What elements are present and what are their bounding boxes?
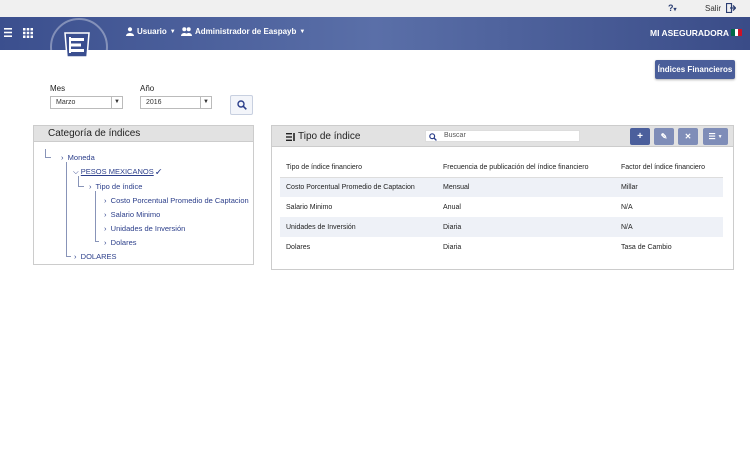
category-panel-title: Categoría de índices xyxy=(34,126,253,142)
tree-node-label: Dolares xyxy=(110,238,137,247)
tree-connector xyxy=(66,162,67,257)
mes-label: Mes xyxy=(50,84,66,93)
edit-button[interactable]: ✎ xyxy=(654,128,674,145)
table-row[interactable]: Costo Porcentual Promedio de Captacion M… xyxy=(280,177,723,197)
company-logo[interactable] xyxy=(61,30,93,60)
table-row[interactable]: Dolares Diaria Tasa de Cambio xyxy=(280,237,723,257)
user-menu[interactable]: Usuario ▼ xyxy=(126,27,176,36)
column-header[interactable]: Factor del índice financiero xyxy=(615,158,723,178)
tree-node-costo[interactable]: › Costo Porcentual Promedio de Captacion xyxy=(104,196,249,205)
tree-node-label: Moneda xyxy=(67,153,95,162)
admin-menu[interactable]: Administrador de Easpayb ▼ xyxy=(181,27,305,36)
add-button[interactable]: + xyxy=(630,128,650,145)
table-cell: Salario Minimo xyxy=(286,203,333,211)
chevron-down-icon: ⌵ xyxy=(73,167,79,176)
type-panel-title-text: Tipo de índice xyxy=(298,131,361,142)
table-row[interactable]: Unidades de Inversión Diaria N/A xyxy=(280,217,723,237)
tree-connector xyxy=(66,256,71,257)
user-menu-label: Usuario xyxy=(137,27,167,36)
table-cell: N/A xyxy=(615,217,723,237)
tree-node-salario[interactable]: › Salario Minimo xyxy=(104,210,160,219)
search-placeholder: Buscar xyxy=(444,132,466,139)
options-menu-button[interactable]: ☰ ▼ xyxy=(703,128,728,145)
tree-node-label: Unidades de Inversión xyxy=(110,224,186,233)
tree-connector xyxy=(95,191,96,242)
logout-icon[interactable] xyxy=(726,3,736,13)
anio-label: Año xyxy=(140,84,155,93)
tree-node-label: DOLARES xyxy=(80,252,117,261)
help-icon[interactable]: ?▾ xyxy=(668,3,677,13)
tree-node-label: Costo Porcentual Promedio de Captacion xyxy=(110,196,249,205)
table-cell: Dolares xyxy=(286,243,311,251)
column-header[interactable]: Frecuencia de publicación del índice fin… xyxy=(437,158,615,178)
tree-node-label: Tipo de índice xyxy=(95,182,143,191)
tree-node-moneda[interactable]: › Moneda xyxy=(61,153,95,162)
table-row[interactable]: Salario Minimo Anual N/A xyxy=(280,197,723,217)
tree-node-label: PESOS MEXICANOS xyxy=(80,167,154,176)
chevron-down-icon: ▼ xyxy=(169,28,176,35)
index-type-table: Tipo de índice financiero Frecuencia de … xyxy=(280,158,723,257)
close-icon: ✕ xyxy=(684,132,692,141)
company-name: MI ASEGURADORA xyxy=(650,28,730,38)
tree-node-pesos[interactable]: ⌵ PESOS MEXICANOS ✓ xyxy=(73,167,161,177)
table-cell: Mensual xyxy=(437,177,615,197)
check-icon: ✓ xyxy=(155,167,162,176)
table-cell: N/A xyxy=(621,203,633,211)
table-cell: Diaria xyxy=(443,243,462,251)
tree-node-tipo[interactable]: › Tipo de índice xyxy=(89,182,142,191)
menu-icon: ☰ xyxy=(708,132,716,141)
dropdown-caret-icon: ▼ xyxy=(111,97,122,108)
logout-link[interactable]: Salir xyxy=(705,4,721,13)
tree-node-label: Salario Minimo xyxy=(110,210,161,219)
search-icon xyxy=(429,133,437,141)
tree-connector xyxy=(45,157,51,158)
type-search-input[interactable]: Buscar xyxy=(425,130,580,142)
table-cell: Unidades de Inversión xyxy=(280,217,437,237)
type-panel: Tipo de índice Buscar + ✎ ✕ ☰ ▼ Tipo de í… xyxy=(271,125,734,270)
anio-select[interactable]: 2016 ▼ xyxy=(140,96,212,109)
tree-node-dolares[interactable]: › Dolares xyxy=(104,238,137,247)
table-cell: Millar xyxy=(615,177,723,197)
column-header[interactable]: Tipo de índice financiero xyxy=(280,158,437,178)
plus-icon: + xyxy=(637,131,643,142)
tree-node-udis[interactable]: › Unidades de Inversión xyxy=(104,224,185,233)
table-cell: Tasa de Cambio xyxy=(621,243,672,251)
dropdown-caret-icon: ▼ xyxy=(200,97,211,108)
top-utility-bar: ?▾ Salir xyxy=(0,0,750,17)
anio-value: 2016 xyxy=(146,99,162,106)
filter-search-button[interactable] xyxy=(230,95,253,115)
delete-button[interactable]: ✕ xyxy=(678,128,698,145)
mexico-flag-icon xyxy=(731,29,743,36)
chevron-down-icon: ▼ xyxy=(717,133,723,140)
type-panel-title: Tipo de índice xyxy=(286,131,360,142)
pencil-icon: ✎ xyxy=(660,132,668,141)
table-cell: Costo Porcentual Promedio de Captacion xyxy=(280,177,437,197)
admin-menu-label: Administrador de Easpayb xyxy=(195,27,297,36)
tree-connector xyxy=(95,241,99,242)
table-header-row: Tipo de índice financiero Frecuencia de … xyxy=(280,158,723,178)
group-icon xyxy=(181,27,192,36)
type-panel-header: Tipo de índice Buscar + ✎ ✕ ☰ ▼ xyxy=(272,126,733,147)
user-icon xyxy=(126,27,134,36)
hamburger-menu-icon[interactable] xyxy=(4,28,12,37)
table-cell: Diaria xyxy=(437,217,615,237)
chevron-down-icon: ▼ xyxy=(299,28,306,35)
indices-financieros-button[interactable]: Índices Financieros xyxy=(655,60,735,79)
table-cell: Anual xyxy=(443,203,461,211)
tree-connector xyxy=(78,186,84,187)
search-icon xyxy=(236,100,247,110)
apps-grid-icon[interactable] xyxy=(23,28,33,38)
list-icon xyxy=(286,132,295,141)
main-navbar: Usuario ▼ Administrador de Easpayb ▼ MI … xyxy=(0,17,750,50)
tree-node-dolares-root[interactable]: › DOLARES xyxy=(74,252,117,261)
mes-value: Marzo xyxy=(56,99,76,106)
mes-select[interactable]: Marzo ▼ xyxy=(50,96,123,109)
